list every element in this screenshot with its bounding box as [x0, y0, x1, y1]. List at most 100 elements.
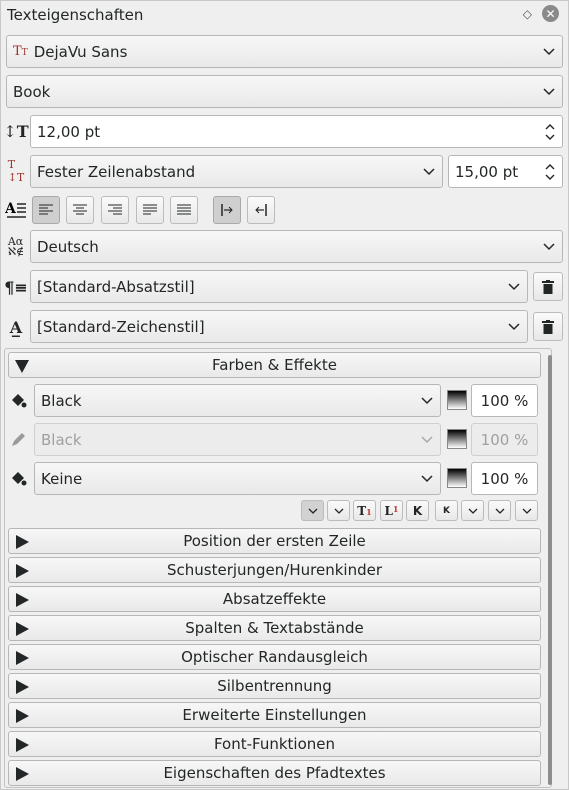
background-color-select[interactable]: Keine — [34, 462, 441, 495]
triangle-down-icon — [14, 358, 30, 374]
font-size-input[interactable]: 12,00 pt — [30, 115, 563, 148]
stroke-color-value: Black — [41, 430, 82, 449]
line-spacing-mode-value: Fester Zeilenabstand — [37, 162, 196, 181]
capitals-label: K — [412, 503, 423, 518]
superscript-button[interactable]: L1 — [380, 500, 403, 521]
character-style-select[interactable]: [Standard-Zeichenstil] — [30, 310, 528, 343]
triangle-right-icon — [14, 534, 30, 550]
triangle-right-icon — [14, 592, 30, 608]
subscript-button[interactable]: T1 — [353, 500, 376, 521]
fill-opacity-value: 100 % — [480, 391, 529, 410]
spin-arrows-icon[interactable] — [544, 161, 556, 183]
chevron-down-icon — [495, 508, 504, 514]
chevron-down-icon — [542, 44, 556, 58]
section-columns-spacing[interactable]: Spalten & Textabstände — [8, 615, 541, 641]
line-spacing-input[interactable]: 15,00 pt — [448, 155, 563, 188]
section-first-line-position[interactable]: Position der ersten Zeile — [8, 528, 541, 554]
section-label: Optischer Randausgleich — [181, 648, 368, 666]
float-icon[interactable]: ◇ — [523, 7, 532, 21]
font-style-select[interactable]: Book — [6, 75, 563, 108]
stroke-color-select[interactable]: Black — [34, 423, 441, 456]
fill-color-value: Black — [41, 391, 82, 410]
chevron-down-icon — [420, 393, 434, 407]
align-force-justify-button[interactable] — [170, 196, 198, 224]
paragraph-style-select[interactable]: [Standard-Absatzstil] — [30, 270, 528, 303]
colors-effects-label: Farben & Effekte — [212, 356, 337, 374]
chevron-down-icon — [507, 319, 521, 333]
language-select[interactable]: Deutsch — [30, 230, 563, 263]
ltr-direction-button[interactable] — [213, 196, 241, 224]
fill-color-select[interactable]: Black — [34, 384, 441, 417]
underline-dropdown-button[interactable] — [301, 500, 324, 521]
vertical-scrollbar[interactable] — [548, 355, 552, 785]
effects-dropdown-button-3[interactable] — [515, 500, 538, 521]
close-icon[interactable]: ✕ — [542, 5, 559, 22]
spin-arrows-icon[interactable] — [544, 121, 556, 143]
rtl-direction-button[interactable] — [247, 196, 275, 224]
font-family-value: DejaVu Sans — [33, 42, 128, 61]
align-center-button[interactable] — [66, 196, 94, 224]
fill-opacity-input[interactable]: 100 % — [471, 384, 538, 417]
section-label: Absatzeffekte — [222, 590, 327, 608]
section-font-features[interactable]: Font-Funktionen — [8, 731, 541, 757]
section-label: Schusterjungen/Hurenkinder — [166, 561, 382, 579]
font-family-select[interactable]: TT DejaVu Sans — [6, 35, 563, 68]
align-right-button[interactable] — [101, 196, 129, 224]
font-size-value: 12,00 pt — [37, 122, 101, 141]
delete-paragraph-style-button[interactable] — [533, 272, 563, 301]
chevron-down-icon — [420, 432, 434, 446]
trash-icon — [542, 279, 554, 294]
section-hyphenation[interactable]: Silbentrennung — [8, 673, 541, 699]
language-value: Deutsch — [37, 237, 99, 256]
line-spacing-icon: T ↕T — [7, 158, 25, 184]
align-right-icon — [108, 204, 122, 215]
section-advanced-settings[interactable]: Erweiterte Einstellungen — [8, 702, 541, 728]
effects-dropdown-button-2[interactable] — [488, 500, 511, 521]
trash-icon — [542, 319, 554, 334]
colors-effects-expander[interactable]: Farben & Effekte — [8, 352, 541, 378]
font-style-value: Book — [13, 82, 51, 101]
background-opacity-value: 100 % — [480, 469, 529, 488]
effects-dropdown-button-1[interactable] — [461, 500, 484, 521]
capitals-button[interactable]: K — [406, 500, 429, 521]
section-widows-orphans[interactable]: Schusterjungen/Hurenkinder — [8, 557, 541, 583]
section-label: Erweiterte Einstellungen — [182, 706, 367, 724]
font-size-icon: ↕ T — [3, 121, 29, 141]
line-spacing-value: 15,00 pt — [455, 162, 519, 181]
triangle-right-icon — [14, 650, 30, 666]
section-label: Eigenschaften des Pfadtextes — [163, 764, 386, 782]
section-label: Spalten & Textabstände — [185, 619, 364, 637]
font-type-icon: TT — [13, 44, 28, 59]
delete-character-style-button[interactable] — [533, 312, 563, 341]
paragraph-style-icon: ¶≡ — [4, 277, 28, 297]
chevron-down-icon — [522, 508, 531, 514]
align-justify-icon — [143, 204, 157, 215]
stroke-color-swatch[interactable] — [447, 429, 467, 449]
triangle-right-icon — [14, 679, 30, 695]
chevron-down-icon — [507, 279, 521, 293]
chevron-down-icon — [334, 508, 343, 514]
superscript-icon: L1 — [384, 503, 399, 518]
section-paragraph-effects[interactable]: Absatzeffekte — [8, 586, 541, 612]
background-color-icon — [9, 470, 27, 488]
small-caps-button[interactable]: K — [435, 500, 458, 521]
section-optical-margins[interactable]: Optischer Randausgleich — [8, 644, 541, 670]
chevron-down-icon — [542, 84, 556, 98]
triangle-right-icon — [14, 766, 30, 782]
stroke-color-icon — [9, 431, 27, 449]
fill-color-swatch[interactable] — [447, 390, 467, 410]
alignment-icon: A — [5, 199, 27, 221]
panel-title: Texteigenschaften — [7, 6, 144, 24]
background-opacity-input[interactable]: 100 % — [471, 462, 538, 495]
line-spacing-mode-select[interactable]: Fester Zeilenabstand — [30, 155, 443, 188]
align-left-button[interactable] — [32, 196, 60, 224]
chevron-down-icon — [420, 471, 434, 485]
stroke-opacity-input[interactable]: 100 % — [471, 423, 538, 456]
background-color-value: Keine — [41, 469, 83, 488]
background-color-swatch[interactable] — [447, 468, 467, 488]
stroke-opacity-value: 100 % — [480, 430, 529, 449]
align-justify-button[interactable] — [136, 196, 164, 224]
strikethrough-dropdown-button[interactable] — [327, 500, 350, 521]
svg-text:A: A — [5, 201, 17, 217]
section-path-text-properties[interactable]: Eigenschaften des Pfadtextes — [8, 760, 541, 786]
